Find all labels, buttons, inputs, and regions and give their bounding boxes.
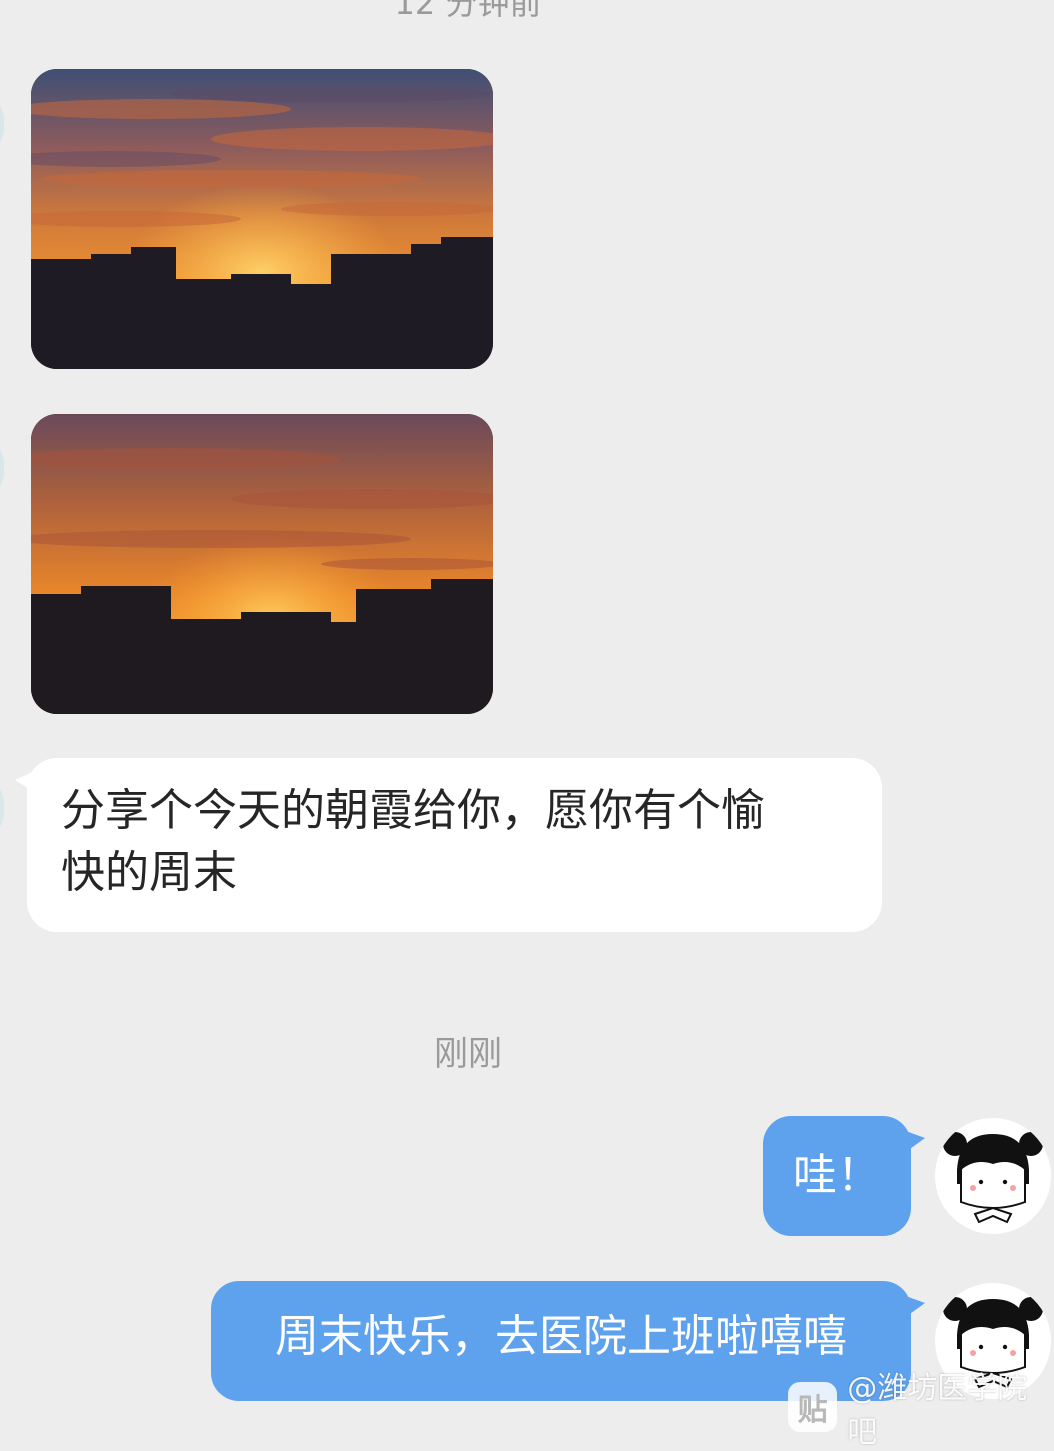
cartoon-girl-avatar-icon [943,1132,1043,1224]
watermark: 贴 @潍坊医学院吧 [788,1371,1054,1450]
sunrise-photo-image [31,69,493,369]
sunrise-photo-message[interactable] [31,414,493,714]
bubble-tail [903,1295,925,1319]
sender-avatar[interactable] [0,92,4,156]
incoming-message-line: 快的周末 [61,847,237,898]
sender-avatar[interactable] [0,436,4,500]
outgoing-message-bubble[interactable]: 哇！ [763,1116,925,1236]
incoming-message-line: 分享个今天的朝霞给你，愿你有个愉 [61,785,765,836]
timestamp-just-now: 刚刚 [434,1034,502,1074]
bubble-tail [903,1130,925,1154]
watermark-text: @潍坊医学院吧 [847,1371,1028,1450]
sunrise-photo-message[interactable] [31,69,493,369]
outgoing-message-text: 周末快乐，去医院上班啦嘻嘻 [275,1311,847,1362]
tieba-logo-icon: 贴 [788,1382,838,1432]
incoming-message-bubble[interactable]: 分享个今天的朝霞给你，愿你有个愉 快的周末 [15,758,882,932]
sender-avatar[interactable] [0,776,4,840]
sunrise-photo-image [31,414,493,714]
outgoing-message-text: 哇！ [793,1150,881,1201]
timestamp-top: 12 分钟前 [394,0,542,22]
bubble-tail [15,770,37,794]
self-avatar[interactable] [935,1118,1051,1234]
